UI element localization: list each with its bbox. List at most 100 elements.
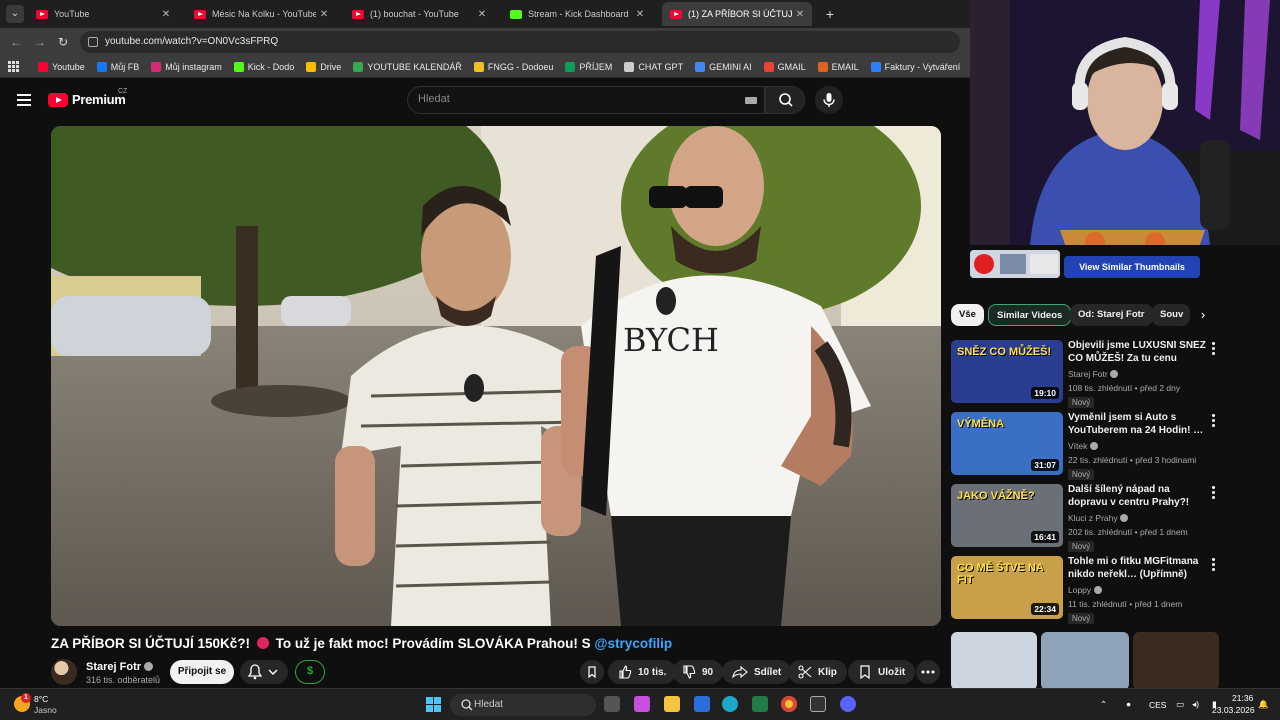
chip-related[interactable]: Souv	[1152, 304, 1190, 326]
chrome-icon[interactable]	[781, 696, 797, 712]
join-button[interactable]: Připojit se	[170, 660, 234, 684]
recommendation-item[interactable]: SNĚZ CO MŮŽEŠ! 19:10 Objevili jsme LUXUSNÍ…	[951, 340, 1221, 408]
file-explorer-icon[interactable]	[664, 696, 680, 712]
browser-tab[interactable]: Stream - Kick Dashboard ✕	[502, 2, 652, 26]
more-vertical-icon[interactable]	[1209, 414, 1217, 428]
bookmark-item[interactable]: Můj instagram	[151, 62, 222, 72]
video-title[interactable]: Vyměnil jsem si Auto s YouTuberem na 24 …	[1068, 412, 1206, 437]
bookmark-item[interactable]: Můj FB	[96, 62, 139, 72]
video-thumbnail[interactable]: JAKO VÁŽNĚ? 16:41	[951, 484, 1063, 547]
input-language[interactable]: CES	[1149, 700, 1166, 710]
bookmark-item[interactable]: GEMINI AI	[695, 62, 752, 72]
notification-bell-button[interactable]	[240, 660, 288, 684]
close-icon[interactable]: ✕	[792, 9, 808, 20]
outlook-icon[interactable]	[694, 696, 710, 712]
bookmark-button[interactable]	[580, 660, 604, 684]
menu-icon[interactable]	[17, 94, 31, 106]
browser-tab[interactable]: Mésic Na Kolku - YouTube ✕	[186, 2, 336, 26]
site-info-icon[interactable]	[88, 37, 98, 47]
video-title[interactable]: Další šílený nápad na dopravu v centru P…	[1068, 484, 1206, 509]
video-thumbnail[interactable]: CO MĚ ŠTVE NA FIT 22:34	[951, 556, 1063, 619]
bookmark-item[interactable]: YOUTUBE KALENDÁŘ	[353, 62, 462, 72]
more-actions-button[interactable]	[916, 660, 940, 684]
search-box[interactable]	[407, 86, 765, 114]
clip-button[interactable]: Klip	[788, 660, 847, 684]
edge-icon[interactable]	[722, 696, 738, 712]
browser-tab[interactable]: YouTube ✕	[28, 2, 178, 26]
channel-name[interactable]: Starej Fotr	[86, 661, 154, 673]
recommendation-item[interactable]: JAKO VÁŽNĚ? 16:41 Další šílený nápad na do…	[951, 484, 1221, 552]
bookmark-item[interactable]: PŘÍJEM	[565, 62, 612, 72]
reload-icon[interactable]: ↻	[55, 34, 71, 50]
bookmark-item[interactable]: Kick - Dodo	[233, 62, 294, 72]
bookmark-item[interactable]: EMAIL	[817, 62, 859, 72]
notification-bell-icon[interactable]: 🔔	[1258, 699, 1269, 710]
shelf-thumbnail[interactable]	[1041, 632, 1129, 690]
bookmark-item[interactable]: CHAT GPT	[624, 62, 683, 72]
recommendation-item[interactable]: VÝMĚNA 31:07 Vyměnil jsem si Auto s YouTub…	[951, 412, 1221, 480]
chip-similar-videos[interactable]: Similar Videos	[988, 304, 1072, 326]
new-tab-button[interactable]: +	[822, 4, 838, 24]
clock-time[interactable]: 21:36	[1232, 693, 1253, 703]
dislike-button[interactable]: 90	[672, 660, 724, 684]
like-button[interactable]: 10 tis.	[608, 660, 677, 684]
microphone-tray-icon[interactable]: ●	[1126, 699, 1131, 709]
close-icon[interactable]: ✕	[158, 9, 174, 20]
back-arrow-icon[interactable]: ←	[8, 34, 24, 50]
discord-icon[interactable]	[840, 696, 856, 712]
bookmark-item[interactable]: Faktury - Vytváření	[870, 62, 960, 72]
voice-search-button[interactable]	[815, 86, 843, 114]
close-icon[interactable]: ✕	[474, 9, 490, 20]
video-player[interactable]: BYCH	[51, 126, 941, 626]
epic-games-icon[interactable]	[810, 696, 826, 712]
chip-from-channel[interactable]: Od: Starej Fotr	[1070, 304, 1153, 326]
recommendation-item[interactable]: CO MĚ ŠTVE NA FIT 22:34 Tohle mi o fitku M…	[951, 556, 1221, 624]
copilot-icon[interactable]	[634, 696, 650, 712]
terminal-icon[interactable]	[752, 696, 768, 712]
thanks-button[interactable]: $	[295, 660, 325, 684]
video-thumbnail[interactable]: VÝMĚNA 31:07	[951, 412, 1063, 475]
close-icon[interactable]: ✕	[632, 9, 648, 20]
shelf-thumbnail[interactable]	[951, 632, 1037, 690]
channel-name[interactable]: Starej Fotr	[1068, 369, 1119, 379]
volume-icon[interactable]: ◂)	[1192, 699, 1199, 710]
bookmark-item[interactable]: Drive	[306, 62, 341, 72]
omnibox[interactable]: youtube.com/watch?v=ON0Vc3sFPRQ	[80, 31, 960, 53]
more-vertical-icon[interactable]	[1209, 342, 1217, 356]
channel-name[interactable]: Kluci z Prahy	[1068, 513, 1128, 523]
bookmark-item[interactable]: Youtube	[38, 62, 85, 72]
search-input[interactable]	[418, 93, 718, 105]
chip-all[interactable]: Vše	[951, 304, 984, 326]
clock-date[interactable]: 23.03.2026	[1212, 705, 1255, 715]
similar-thumbnail-preview[interactable]	[970, 250, 1060, 278]
more-vertical-icon[interactable]	[1209, 486, 1217, 500]
bookmark-item[interactable]: GMAIL	[763, 62, 806, 72]
tab-search-button[interactable]: ⌄	[6, 5, 24, 23]
chevron-up-icon[interactable]: ⌃	[1100, 699, 1107, 710]
mention-link[interactable]: @strycofilip	[594, 636, 672, 651]
channel-name[interactable]: Loppy	[1068, 585, 1102, 595]
chevron-right-icon[interactable]: ›	[1194, 306, 1212, 324]
video-title[interactable]: Objevili jsme LUXUSNÍ SNĚZ CO MŮŽEŠ! Za …	[1068, 340, 1206, 365]
windows-start-icon[interactable]	[426, 697, 441, 712]
taskbar-search[interactable]: Hledat	[450, 694, 596, 716]
search-button[interactable]	[765, 86, 805, 114]
keyboard-icon[interactable]	[745, 97, 757, 104]
apps-grid-icon[interactable]	[8, 61, 19, 72]
bookmark-item[interactable]: FNGG - Dodoeu	[473, 62, 553, 72]
video-thumbnail[interactable]: SNĚZ CO MŮŽEŠ! 19:10	[951, 340, 1063, 403]
video-title[interactable]: Tohle mi o fitku MGFitmana nikdo neřekl……	[1068, 556, 1206, 581]
save-button[interactable]: Uložit	[848, 660, 916, 684]
network-icon[interactable]: ▭	[1176, 699, 1184, 710]
browser-tab-active[interactable]: (1) ZA PŘÍBOR SI ÚČTUJÍ 150Kč ✕	[662, 2, 812, 26]
youtube-logo[interactable]: Premium CZ	[48, 88, 127, 107]
shelf-thumbnail[interactable]	[1133, 632, 1219, 690]
more-vertical-icon[interactable]	[1209, 558, 1217, 572]
view-similar-thumbnails-button[interactable]: View Similar Thumbnails	[1064, 256, 1200, 278]
forward-arrow-icon[interactable]: →	[32, 34, 48, 50]
channel-avatar[interactable]	[51, 659, 77, 685]
task-view-icon[interactable]	[604, 696, 620, 712]
share-button[interactable]: Sdílet	[722, 660, 792, 684]
close-icon[interactable]: ✕	[316, 9, 332, 20]
browser-tab[interactable]: (1) bouchat - YouTube ✕	[344, 2, 494, 26]
